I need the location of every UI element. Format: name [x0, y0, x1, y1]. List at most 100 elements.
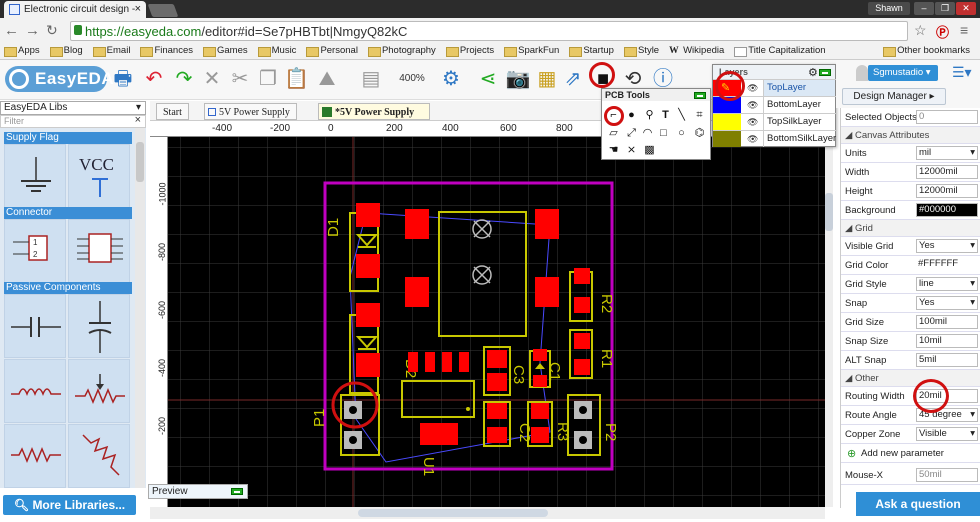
snap-size-input[interactable]: 10mil: [916, 334, 978, 348]
c1-pad-2[interactable]: [533, 375, 547, 387]
pad-tool-icon[interactable]: ●: [625, 109, 638, 122]
dimension-tool-icon[interactable]: ⌗: [693, 109, 706, 122]
bookmark-personal[interactable]: Personal: [306, 43, 358, 59]
image-tool-icon[interactable]: ▩: [643, 144, 656, 157]
redo-icon[interactable]: ↷: [170, 66, 198, 92]
rect-tool-icon[interactable]: □: [657, 127, 670, 140]
new-tab-button[interactable]: [147, 4, 179, 17]
bookmark-finances[interactable]: Finances: [140, 43, 193, 59]
grid-size-input[interactable]: 100mil: [916, 315, 978, 329]
printer-icon[interactable]: 🖶: [110, 66, 136, 92]
grid-section[interactable]: ◢ Grid: [841, 220, 980, 237]
library-dropdown[interactable]: EasyEDA Libs ▾: [0, 101, 146, 115]
bookmark-projects[interactable]: Projects: [445, 43, 494, 59]
r2-pad-2[interactable]: [574, 297, 590, 313]
bookmark-startup[interactable]: Startup: [569, 43, 614, 59]
resistor-vertical-symbol[interactable]: [68, 424, 130, 488]
category-connector[interactable]: Connector: [4, 207, 132, 219]
connector-2pin[interactable]: 12: [4, 219, 66, 283]
r2-pad-1[interactable]: [574, 268, 590, 284]
settings-gear-icon[interactable]: ⚙: [436, 66, 466, 92]
canvas-attributes-section[interactable]: ◢ Canvas Attributes: [841, 127, 980, 144]
c1-pad-1[interactable]: [533, 349, 547, 361]
bookmark-photography[interactable]: Photography: [367, 43, 436, 59]
width-input[interactable]: 12000mil: [916, 165, 978, 179]
other-section[interactable]: ◢ Other: [841, 370, 980, 387]
c2-pad-1[interactable]: [531, 403, 549, 419]
add-parameter-row[interactable]: ⊕ Add new parameter: [841, 444, 980, 463]
bom-icon[interactable]: ▦: [534, 66, 560, 92]
browser-tab[interactable]: Electronic circuit design - ×: [4, 1, 146, 18]
preview-panel[interactable]: Preview: [148, 484, 248, 499]
line-tool-icon[interactable]: ╲: [675, 109, 688, 122]
u1-pin[interactable]: [459, 352, 469, 372]
zoom-select[interactable]: 400%: [392, 66, 432, 92]
r1-pad-1[interactable]: [574, 333, 590, 349]
pad-b[interactable]: [405, 277, 429, 307]
u1-tab-pad[interactable]: [420, 423, 458, 445]
profile-button[interactable]: Shawn: [868, 2, 910, 15]
inductor-symbol[interactable]: [4, 359, 66, 423]
bookmark-title-capitalization[interactable]: Title Capitalization: [734, 43, 826, 59]
layer-color-swatch[interactable]: [713, 114, 741, 130]
bookmark-style[interactable]: Style: [623, 43, 659, 59]
eye-icon[interactable]: 👁: [747, 134, 758, 145]
close-window-icon[interactable]: ✕: [956, 2, 976, 15]
back-icon[interactable]: ←: [4, 22, 19, 39]
arc-tool-icon[interactable]: ◠: [641, 127, 654, 140]
bookmark-apps[interactable]: Apps: [4, 43, 40, 59]
layer-color-swatch[interactable]: [713, 131, 741, 147]
scroll-thumb[interactable]: [358, 509, 548, 517]
layer-row-topsilklayer[interactable]: 👁 TopSilkLayer: [713, 113, 837, 130]
connect-tool-icon[interactable]: ⤢: [625, 127, 638, 140]
library-scrollbar[interactable]: [135, 128, 145, 488]
ask-question-button[interactable]: Ask a question: [856, 492, 980, 516]
pan-hand-icon[interactable]: ☚: [607, 144, 620, 157]
other-bookmarks[interactable]: Other bookmarks: [883, 43, 970, 59]
alt-snap-input[interactable]: 5mil: [916, 353, 978, 367]
via-tool-icon[interactable]: ⚲: [643, 109, 656, 122]
pinterest-icon[interactable]: Ⓟ: [936, 22, 949, 41]
u1-pin[interactable]: [425, 352, 435, 372]
category-passive-components[interactable]: Passive Components: [4, 282, 132, 294]
library-filter-input[interactable]: Filter ×: [0, 115, 146, 128]
cut-icon[interactable]: ✂: [228, 66, 252, 92]
format-icon[interactable]: ⛰: [312, 66, 342, 92]
tab-pcb-5v[interactable]: *5V Power Supply: [318, 103, 430, 120]
bookmark-blog[interactable]: Blog: [49, 43, 83, 59]
clear-filter-icon[interactable]: ×: [135, 115, 141, 126]
d2-pad-2[interactable]: [356, 353, 380, 377]
polarized-capacitor-symbol[interactable]: [68, 294, 130, 358]
c3-pad-1[interactable]: [487, 350, 507, 368]
visible-grid-select[interactable]: Yes: [916, 239, 978, 253]
layers-gear-icon[interactable]: ⚙: [808, 66, 818, 79]
layer-row-bottomsilklayer[interactable]: 👁 BottomSilkLayer: [713, 130, 837, 147]
reload-icon[interactable]: ↻: [46, 22, 58, 39]
tab-schematic-5v[interactable]: 5V Power Supply: [204, 103, 297, 120]
r1-pad-2[interactable]: [574, 359, 590, 375]
u1-pin[interactable]: [442, 352, 452, 372]
grid-style-select[interactable]: line: [916, 277, 978, 291]
hamburger-menu-icon[interactable]: ☰▾: [952, 64, 972, 81]
snap-select[interactable]: Yes: [916, 296, 978, 310]
pad-c[interactable]: [535, 209, 559, 239]
bookmark-star-icon[interactable]: ☆: [914, 22, 927, 39]
copy-icon[interactable]: ❐: [256, 66, 280, 92]
copper-zone-select[interactable]: Visible: [916, 427, 978, 441]
eye-icon[interactable]: 👁: [747, 117, 758, 128]
units-select[interactable]: mil: [916, 146, 978, 160]
d1-pad-1[interactable]: [356, 203, 380, 227]
user-menu-button[interactable]: Sgmustadio ▾: [868, 65, 938, 81]
preview-toggle-icon[interactable]: [231, 488, 243, 495]
undo-icon[interactable]: ↶: [140, 66, 168, 92]
maximize-icon[interactable]: ❐: [935, 2, 955, 15]
forward-icon[interactable]: →: [25, 22, 40, 39]
pad-a[interactable]: [405, 209, 429, 239]
pad-e[interactable]: [487, 403, 507, 419]
solder-mask-tool-icon[interactable]: ⌬: [693, 127, 706, 140]
address-bar[interactable]: https://easyeda.com/editor#id=Se7pHBTbt|…: [70, 21, 908, 41]
bookmark-sparkfun[interactable]: SparkFun: [504, 43, 559, 59]
bookmark-games[interactable]: Games: [203, 43, 248, 59]
grid-color-input[interactable]: #FFFFFF: [916, 258, 978, 272]
bookmark-music[interactable]: Music: [257, 43, 296, 59]
